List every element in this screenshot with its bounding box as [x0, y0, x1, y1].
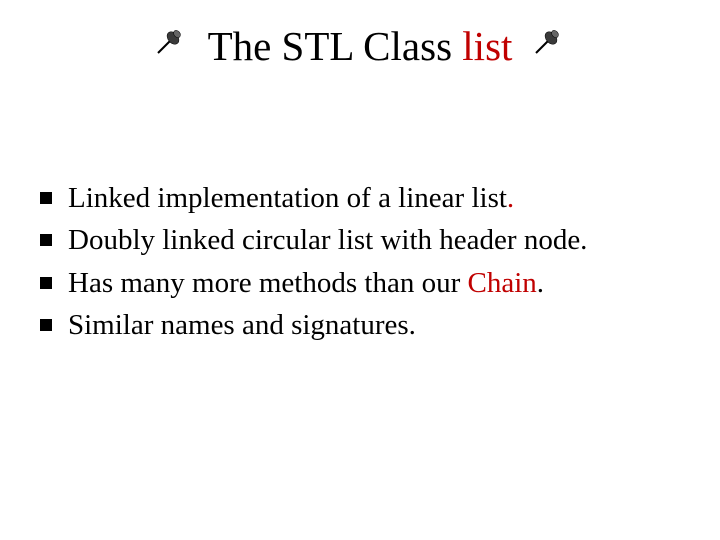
page-title: The STL Class list [208, 22, 513, 70]
bullet-text: Linked implementation of a linear list. [68, 180, 514, 216]
title-prefix: The STL Class [208, 23, 463, 69]
title-row: The STL Class list [0, 22, 720, 70]
list-item: Has many more methods than our Chain. [40, 265, 680, 301]
title-emph: list [462, 23, 512, 69]
bullet-segment: Linked implementation of a linear list [68, 182, 507, 214]
bullet-segment: Has many more methods than our [68, 267, 467, 299]
bullet-segment-red: . [507, 182, 514, 214]
square-bullet-icon [40, 277, 52, 289]
pushpin-left-icon [156, 29, 186, 60]
bullet-segment: Doubly linked circular list with header … [68, 224, 587, 256]
slide: The STL Class list Linked implementation… [0, 0, 720, 540]
bullet-list: Linked implementation of a linear list. … [40, 180, 680, 349]
square-bullet-icon [40, 192, 52, 204]
list-item: Similar names and signatures. [40, 307, 680, 343]
list-item: Doubly linked circular list with header … [40, 222, 680, 258]
bullet-segment: . [537, 267, 544, 299]
bullet-text: Has many more methods than our Chain. [68, 265, 544, 301]
square-bullet-icon [40, 319, 52, 331]
pushpin-right-icon [534, 29, 564, 60]
bullet-segment-red: Chain [467, 267, 536, 299]
list-item: Linked implementation of a linear list. [40, 180, 680, 216]
bullet-text: Doubly linked circular list with header … [68, 222, 587, 258]
square-bullet-icon [40, 234, 52, 246]
bullet-text: Similar names and signatures. [68, 307, 416, 343]
bullet-segment: Similar names and signatures. [68, 309, 416, 341]
